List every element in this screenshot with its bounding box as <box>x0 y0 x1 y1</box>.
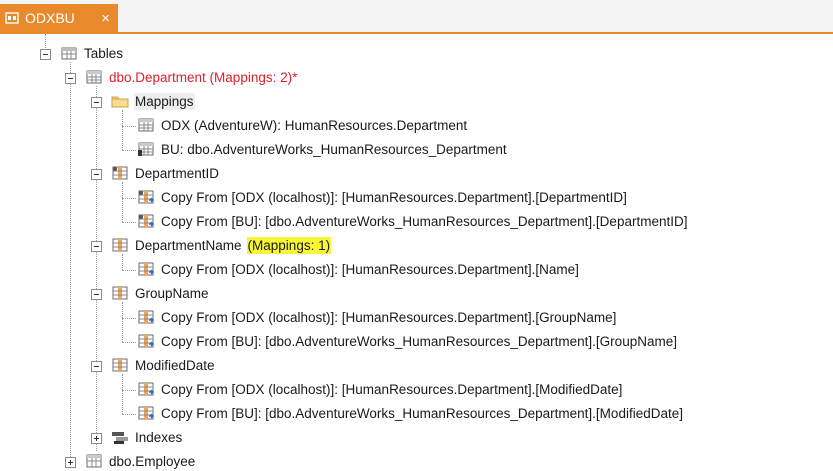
copy-key-column-icon <box>137 213 155 229</box>
copy-column-icon <box>137 333 155 349</box>
tree-node-copy-from[interactable]: Copy From [ODX (localhost)]: [HumanResou… <box>137 259 580 279</box>
tree-node-copy-from[interactable]: Copy From [ODX (localhost)]: [HumanResou… <box>137 307 617 327</box>
tree-node-label: GroupName <box>135 285 209 301</box>
tree-node-label: Copy From [ODX (localhost)]: [HumanResou… <box>161 189 627 205</box>
tree-node-copy-from[interactable]: Copy From [ODX (localhost)]: [HumanResou… <box>137 187 628 207</box>
tree-node-tables[interactable]: Tables <box>60 43 124 63</box>
collapse-toggle-tables[interactable] <box>40 49 51 60</box>
table-folder-icon <box>60 45 78 61</box>
tree-connector <box>122 390 136 391</box>
tab-odxbu[interactable]: ODXBU × <box>0 4 118 32</box>
column-icon <box>111 237 129 253</box>
close-icon[interactable]: × <box>101 11 110 26</box>
tree-node-label: ModifiedDate <box>135 357 215 373</box>
table-icon <box>137 141 155 157</box>
copy-column-icon <box>137 405 155 421</box>
tree-node-employee-table[interactable]: dbo.Employee <box>85 451 196 471</box>
collapse-toggle-mappings[interactable] <box>91 97 102 108</box>
tree-node-mappings[interactable]: Mappings <box>111 91 195 111</box>
document-tab-bar: ODXBU × <box>0 0 833 34</box>
tree-connector <box>122 302 123 342</box>
tree-node-label: dbo.Department (Mappings: 2)* <box>109 69 298 85</box>
tree-node-label: Copy From [ODX (localhost)]: [HumanResou… <box>161 261 579 277</box>
tree-node-label: dbo.Employee <box>109 453 196 469</box>
tree-node-label: BU: dbo.AdventureWorks_HumanResources_De… <box>161 141 507 157</box>
tree-connector <box>122 150 136 151</box>
tree-node-mapping-bu[interactable]: BU: dbo.AdventureWorks_HumanResources_De… <box>137 139 508 159</box>
project-tree: Tables dbo.Department (Mappings: 2)* Map… <box>0 34 833 469</box>
tree-node-label: DepartmentID <box>135 165 220 181</box>
tree-connector <box>122 198 136 199</box>
tree-node-copy-from[interactable]: Copy From [BU]: [dbo.AdventureWorks_Huma… <box>137 403 684 423</box>
tree-connector <box>70 62 71 461</box>
tree-node-label: Tables <box>84 45 124 61</box>
tree-node-label: Copy From [ODX (localhost)]: [HumanResou… <box>161 309 617 325</box>
tree-node-label: Copy From [BU]: [dbo.AdventureWorks_Huma… <box>161 333 677 349</box>
tree-connector <box>122 254 123 270</box>
expand-toggle-indexes[interactable] <box>91 433 102 444</box>
expand-toggle-employee[interactable] <box>65 457 76 468</box>
copy-column-icon <box>137 261 155 277</box>
tree-connector <box>122 414 136 415</box>
tree-connector <box>122 182 123 222</box>
table-icon <box>85 69 103 85</box>
tree-node-column-groupname[interactable]: GroupName <box>111 283 210 303</box>
tab-title: ODXBU <box>25 10 75 26</box>
tree-node-label: Mappings <box>134 92 195 110</box>
column-icon <box>111 285 129 301</box>
table-icon <box>137 117 155 133</box>
copy-key-column-icon <box>137 189 155 205</box>
tree-node-department-table[interactable]: dbo.Department (Mappings: 2)* <box>85 67 298 87</box>
mappings-count-badge: (Mappings: 1) <box>246 236 332 254</box>
tree-connector <box>122 270 136 271</box>
tree-node-mapping-odx[interactable]: ODX (AdventureW): HumanResources.Departm… <box>137 115 468 135</box>
table-icon <box>85 453 103 469</box>
tree-node-label: Copy From [BU]: [dbo.AdventureWorks_Huma… <box>161 405 683 421</box>
collapse-toggle-departmentname[interactable] <box>91 241 102 252</box>
tree-node-copy-from[interactable]: Copy From [BU]: [dbo.AdventureWorks_Huma… <box>137 331 678 351</box>
tree-connector <box>122 126 136 127</box>
collapse-toggle-department[interactable] <box>65 73 76 84</box>
tree-node-label: Indexes <box>135 429 183 445</box>
tree-node-copy-from[interactable]: Copy From [ODX (localhost)]: [HumanResou… <box>137 379 623 399</box>
project-icon <box>5 11 19 25</box>
tree-connector <box>122 374 123 414</box>
tree-node-column-departmentname[interactable]: DepartmentName (Mappings: 1) <box>111 235 332 255</box>
tree-node-label: ODX (AdventureW): HumanResources.Departm… <box>161 117 468 133</box>
copy-column-icon <box>137 309 155 325</box>
key-column-icon <box>111 165 129 181</box>
tree-connector <box>122 342 136 343</box>
indexes-icon <box>111 429 129 445</box>
collapse-toggle-modifieddate[interactable] <box>91 361 102 372</box>
tree-node-column-departmentid[interactable]: DepartmentID <box>111 163 220 183</box>
tree-node-column-modifieddate[interactable]: ModifiedDate <box>111 355 216 375</box>
tree-node-label: Copy From [BU]: [dbo.AdventureWorks_Huma… <box>161 213 688 229</box>
tree-node-copy-from[interactable]: Copy From [BU]: [dbo.AdventureWorks_Huma… <box>137 211 688 231</box>
tree-connector <box>96 86 97 451</box>
tree-connector <box>122 110 123 150</box>
tree-node-label: Copy From [ODX (localhost)]: [HumanResou… <box>161 381 623 397</box>
column-icon <box>111 357 129 373</box>
tree-connector <box>122 318 136 319</box>
tree-node-label: DepartmentName <box>135 237 242 253</box>
copy-column-icon <box>137 381 155 397</box>
tree-connector <box>122 222 136 223</box>
collapse-toggle-groupname[interactable] <box>91 289 102 300</box>
tree-node-indexes[interactable]: Indexes <box>111 427 183 447</box>
collapse-toggle-departmentid[interactable] <box>91 169 102 180</box>
folder-icon <box>111 93 129 109</box>
